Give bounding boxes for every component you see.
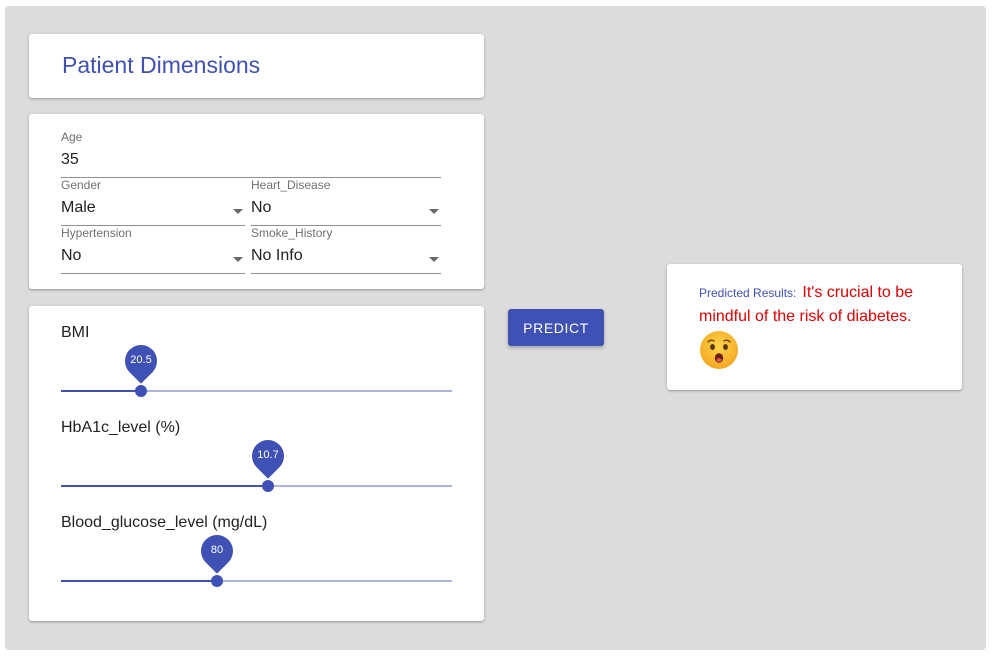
predict-button[interactable]: PREDICT <box>508 309 604 346</box>
hba1c-slider[interactable]: HbA1c_level (%) 10.7 <box>61 419 452 509</box>
slider-thumb[interactable] <box>135 385 147 397</box>
worried-face-icon <box>700 331 738 369</box>
age-field[interactable]: Age 35 <box>61 130 441 178</box>
result-card: Predicted Results: It's crucial to be min… <box>667 264 962 390</box>
gender-label: Gender <box>61 178 102 192</box>
result-text: Predicted Results: It's crucial to be min… <box>699 281 949 329</box>
glucose-value: 80 <box>210 544 224 556</box>
smoke-history-select[interactable]: Smoke_History No Info <box>251 226 441 274</box>
slider-thumb[interactable] <box>211 575 223 587</box>
dropdown-arrow-icon[interactable] <box>233 257 243 262</box>
bmi-value: 20.5 <box>130 354 152 366</box>
bmi-label: BMI <box>61 324 90 341</box>
gender-select[interactable]: Gender Male <box>61 178 245 226</box>
hypertension-label: Hypertension <box>61 226 132 240</box>
dropdown-arrow-icon[interactable] <box>429 209 439 214</box>
patient-form-card: Age 35 Gender Male Heart_Disease No Hype… <box>29 114 484 289</box>
glucose-label: Blood_glucose_level (mg/dL) <box>61 514 268 531</box>
bmi-slider[interactable]: BMI 20.5 <box>61 324 452 414</box>
slider-fill <box>61 580 217 582</box>
value-bubble: 80 <box>194 528 240 574</box>
heart-disease-value: No <box>251 199 272 216</box>
heart-disease-select[interactable]: Heart_Disease No <box>251 178 441 226</box>
slider-fill <box>61 485 268 487</box>
slider-card: BMI 20.5 HbA1c_level (%) 10.7 Blood_gluc… <box>29 306 484 621</box>
smoke-history-label: Smoke_History <box>251 226 333 240</box>
dropdown-arrow-icon[interactable] <box>233 209 243 214</box>
dropdown-arrow-icon[interactable] <box>429 257 439 262</box>
result-label: Predicted Results: <box>699 286 797 300</box>
hba1c-label: HbA1c_level (%) <box>61 419 181 436</box>
page-title: Patient Dimensions <box>62 52 261 78</box>
title-card: Patient Dimensions <box>29 34 484 98</box>
hypertension-select[interactable]: Hypertension No <box>61 226 245 274</box>
slider-thumb[interactable] <box>262 480 274 492</box>
smoke-history-value: No Info <box>251 247 303 264</box>
glucose-slider[interactable]: Blood_glucose_level (mg/dL) 80 <box>61 514 452 604</box>
slider-fill <box>61 390 141 392</box>
gender-value: Male <box>61 199 96 216</box>
value-bubble: 10.7 <box>245 433 291 479</box>
heart-disease-label: Heart_Disease <box>251 178 331 192</box>
age-value[interactable]: 35 <box>61 151 79 169</box>
app-container: Patient Dimensions Age 35 Gender Male He… <box>5 6 986 650</box>
hypertension-value: No <box>61 247 82 264</box>
value-bubble: 20.5 <box>118 338 164 384</box>
hba1c-value: 10.7 <box>257 449 279 461</box>
age-label: Age <box>61 130 83 144</box>
